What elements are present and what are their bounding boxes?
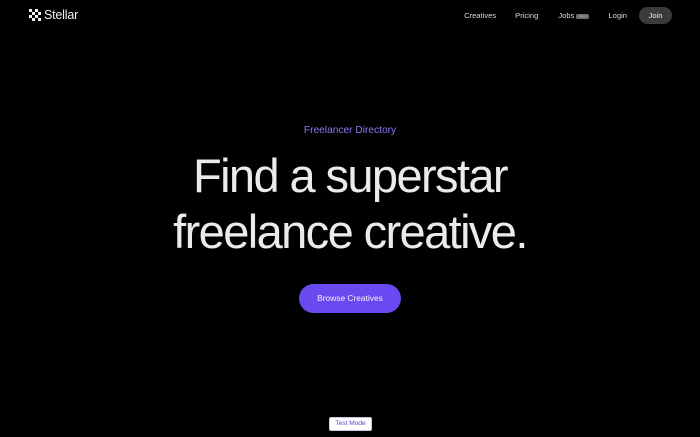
landing-page: Stellar Creatives Pricing Jobs Soon Logi… xyxy=(0,0,700,437)
brand-home-link[interactable]: Stellar xyxy=(29,8,78,22)
nav-pricing[interactable]: Pricing xyxy=(515,8,538,24)
jobs-soon-badge: Soon xyxy=(576,13,590,19)
main-nav: Creatives Pricing Jobs Soon Login Join xyxy=(464,7,672,24)
hero-title-line-1: Find a superstar xyxy=(192,149,509,202)
hero-eyebrow: Freelancer Directory xyxy=(303,125,397,136)
join-button[interactable]: Join xyxy=(639,7,672,24)
nav-jobs-label: Jobs xyxy=(558,10,575,20)
stellar-logo-icon xyxy=(29,9,41,21)
test-mode-badge[interactable]: Test Mode xyxy=(329,417,372,431)
nav-creatives[interactable]: Creatives xyxy=(464,8,496,24)
brand-name: Stellar xyxy=(44,8,79,22)
nav-jobs[interactable]: Jobs Soon xyxy=(558,8,590,24)
hero-title-line-2: freelance creative. xyxy=(173,205,528,258)
nav-login[interactable]: Login xyxy=(608,8,627,24)
hero-title: Find a superstar freelance creative. xyxy=(0,148,700,260)
browse-creatives-button[interactable]: Browse Creatives xyxy=(299,284,401,313)
site-header: Stellar Creatives Pricing Jobs Soon Logi… xyxy=(0,0,700,32)
